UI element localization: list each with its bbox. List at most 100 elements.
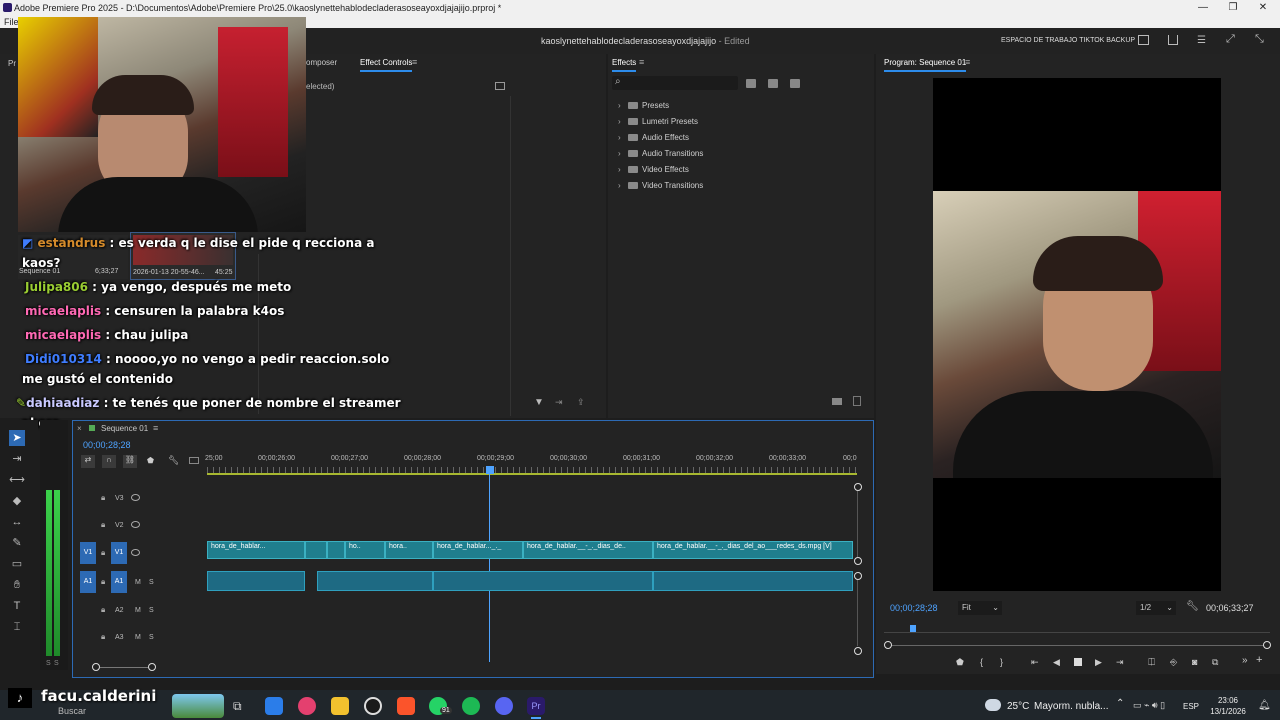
audio-clip[interactable] [433, 571, 653, 591]
timeline-menu-icon[interactable]: ≡ [153, 423, 158, 433]
taskbar-search[interactable]: Buscar [58, 706, 86, 716]
effects-folder[interactable]: › Audio Effects [612, 130, 868, 146]
video-clip[interactable]: hora_de_hablar.__-_._dias_de.. [523, 541, 653, 559]
lift-icon[interactable]: ⎅ [1148, 657, 1155, 668]
tab-program[interactable]: Program: Sequence 01 [884, 58, 967, 72]
work-area-bar[interactable] [207, 473, 857, 475]
effect-controls-menu-icon[interactable]: ≡ [412, 57, 417, 67]
weather-temp[interactable]: 25°C [1007, 701, 1029, 712]
eye-icon[interactable] [131, 494, 140, 501]
close-tab-icon[interactable]: × [77, 424, 82, 433]
lock-icon[interactable]: 🔒︎ [101, 493, 105, 503]
timeline-timecode[interactable]: 00;00;28;28 [83, 440, 131, 450]
audio-clip[interactable] [653, 571, 853, 591]
program-playhead-timecode[interactable]: 00;00;28;28 [890, 603, 938, 613]
tab-effect-controls[interactable]: Effect Controls [360, 58, 413, 72]
resize-icon[interactable]: ⤢ [1226, 33, 1235, 46]
delete-icon[interactable] [853, 396, 861, 406]
go-to-out-icon[interactable]: ⇥ [1116, 657, 1124, 668]
premiere-taskbar-icon[interactable]: Pr [527, 697, 545, 715]
lock-icon[interactable]: 🔒︎ [101, 577, 105, 587]
tab-effects[interactable]: Effects [612, 58, 637, 72]
mute-a2[interactable]: M [135, 607, 141, 614]
audio-vscroll-handle-top[interactable] [854, 572, 862, 580]
program-time-ruler[interactable] [884, 625, 1270, 633]
mute-a3[interactable]: M [135, 634, 141, 641]
mute-a1[interactable]: M [135, 579, 141, 586]
hscroll-handle-right[interactable] [148, 663, 156, 671]
track-a3-label[interactable]: A3 [115, 634, 124, 641]
effects-folder[interactable]: › Presets [612, 98, 868, 114]
hscroll-handle-left[interactable] [92, 663, 100, 671]
selection-tool-icon[interactable]: ➤ [9, 430, 25, 446]
video-vscrollbar[interactable] [857, 491, 858, 557]
effects-folder[interactable]: › Video Effects [612, 162, 868, 178]
slip-tool-icon[interactable]: ↔ [9, 514, 25, 530]
program-playhead[interactable] [910, 625, 916, 632]
nest-toggle-icon[interactable]: ⇄ [81, 455, 95, 468]
track-select-tool-icon[interactable]: ⇥ [9, 451, 25, 467]
chevron-up-icon[interactable]: ⌃ [1116, 698, 1124, 709]
lock-icon[interactable]: 🔒︎ [101, 548, 105, 558]
share-icon[interactable] [1168, 35, 1178, 45]
lock-icon[interactable]: 🔒︎ [101, 605, 105, 615]
add-marker-icon[interactable]: ⬟ [956, 657, 964, 668]
solo-a2[interactable]: S [149, 607, 154, 614]
clock-time[interactable]: 23:06 [1213, 696, 1243, 705]
add-button-icon[interactable]: + [1256, 654, 1262, 666]
video-clip[interactable]: hora_de_hablar..._._ [433, 541, 523, 559]
effects-folder[interactable]: › Lumetri Presets [612, 114, 868, 130]
vscroll-handle-top[interactable] [854, 483, 862, 491]
notification-bell-icon[interactable]: 🔔︎ [1258, 700, 1271, 711]
audio-vscroll-handle-bottom[interactable] [854, 647, 862, 655]
video-clip[interactable] [327, 541, 345, 559]
file-explorer-icon[interactable] [331, 697, 349, 715]
weather-desc[interactable]: Mayorm. nubla... [1034, 701, 1108, 712]
pen-tool-icon[interactable]: ✎ [9, 535, 25, 551]
go-to-in-icon[interactable]: ⇤ [1031, 657, 1039, 668]
audio-clip[interactable] [207, 571, 305, 591]
lock-icon[interactable]: 🔒︎ [101, 632, 105, 642]
video-clip[interactable]: hora_de_hablar... [207, 541, 305, 559]
rectangle-tool-icon[interactable]: ▭ [9, 556, 25, 572]
tab-sequence-01[interactable]: Sequence 01 [101, 424, 148, 433]
effects-menu-icon[interactable]: ≡ [639, 57, 644, 67]
workspace-label[interactable]: ESPACIO DE TRABAJO TIKTOK BACKUP [1001, 37, 1135, 44]
vscroll-handle-bottom[interactable] [854, 557, 862, 565]
fullscreen-icon[interactable]: ⤡ [1255, 33, 1264, 46]
panel-toggle-icon[interactable] [495, 82, 505, 90]
wrench-icon[interactable]: 🔧︎ [1186, 601, 1199, 612]
ripple-edit-tool-icon[interactable]: ⟷ [9, 472, 25, 488]
language-indicator[interactable]: ESP [1183, 702, 1199, 711]
linked-selection-icon[interactable]: ⛓︎ [123, 455, 137, 468]
close-button[interactable]: ✕ [1246, 0, 1280, 16]
track-v3-label[interactable]: V3 [115, 495, 124, 502]
brave-icon[interactable] [397, 697, 415, 715]
export-frame-icon[interactable]: ⇪ [577, 397, 585, 408]
step-forward-icon[interactable]: ▶︎ [1095, 657, 1102, 668]
audio-clip[interactable] [317, 571, 433, 591]
step-icon[interactable]: ⇥ [555, 397, 563, 408]
effects-folder[interactable]: › Video Transitions [612, 178, 868, 194]
discord-icon[interactable] [495, 697, 513, 715]
video-clip[interactable]: hora.. [385, 541, 433, 559]
tray-icons[interactable]: ▭ ⌁ 🔊︎ ▯ [1133, 700, 1165, 711]
more-controls-icon[interactable]: » [1242, 655, 1248, 666]
type-tool-icon[interactable]: T [9, 598, 25, 614]
mark-out-icon[interactable]: } [1000, 657, 1003, 667]
eye-icon[interactable] [131, 549, 140, 556]
yuv-effects-icon[interactable] [790, 79, 800, 88]
menu-file[interactable]: File [4, 17, 19, 27]
source-patch-a1[interactable]: A1 [80, 571, 96, 593]
accelerated-effects-icon[interactable] [746, 79, 756, 88]
razor-tool-icon[interactable]: ◆ [9, 493, 25, 509]
filter-icon[interactable]: ▼ [534, 397, 544, 408]
zoom-level-select[interactable]: Fit ⌄ [958, 601, 1002, 615]
captions-icon[interactable] [189, 457, 199, 464]
zoom-scrollbar[interactable] [888, 645, 1268, 646]
eye-icon[interactable] [131, 521, 140, 528]
track-v1-label[interactable]: V1 [111, 542, 127, 564]
track-v2-label[interactable]: V2 [115, 522, 124, 529]
solo-a1[interactable]: S [149, 579, 154, 586]
minimize-button[interactable]: — [1186, 0, 1220, 16]
